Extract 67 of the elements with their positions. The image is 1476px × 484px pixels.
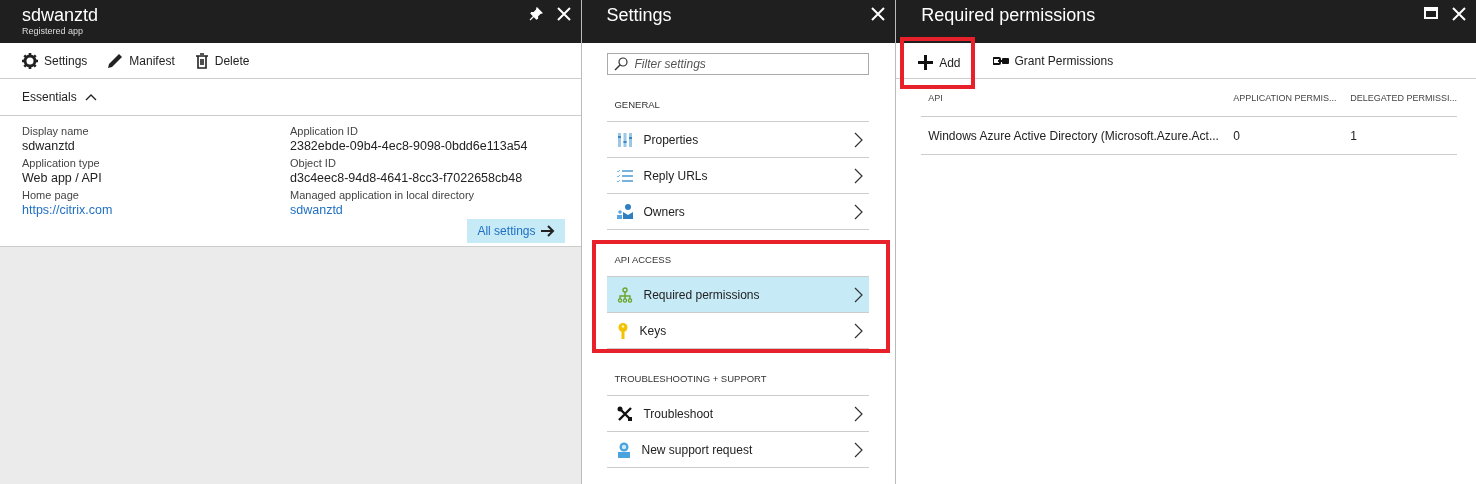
- trash-icon: [194, 52, 209, 69]
- toolbar-button[interactable]: Grant Permissions: [978, 46, 1124, 75]
- sliders-icon: [617, 131, 634, 148]
- chevron-right-icon: [854, 286, 864, 303]
- checklist-icon: [617, 168, 634, 183]
- toolbar-button[interactable]: Settings: [22, 52, 88, 69]
- close-icon[interactable]: [1452, 7, 1466, 21]
- settings-item[interactable]: Required permissions: [607, 277, 870, 313]
- section-heading: GENERAL: [607, 89, 870, 122]
- pin-icon[interactable]: [529, 7, 544, 21]
- support-person-icon: [617, 441, 632, 458]
- field-value: d3c4eec8-94d8-4641-8cc3-f7022658cb48: [290, 170, 524, 187]
- all-settings-button[interactable]: All settings: [467, 219, 566, 243]
- chevron-right-icon: [854, 131, 864, 148]
- people-icon: [617, 204, 634, 219]
- section-heading: TROUBLESHOOTING + SUPPORT: [607, 363, 870, 396]
- toolbar-button[interactable]: Delete: [194, 52, 250, 69]
- field-label: Application type: [22, 156, 101, 170]
- search-icon: [614, 57, 629, 71]
- gear-icon: [22, 52, 38, 69]
- field-label: Object ID: [290, 156, 337, 170]
- field-value: Web app / API: [22, 170, 103, 187]
- settings-item[interactable]: Properties: [607, 122, 870, 158]
- hierarchy-icon: [617, 286, 634, 303]
- settings-item[interactable]: Troubleshoot: [607, 396, 870, 432]
- chevron-right-icon: [854, 203, 864, 220]
- table-cell-text: 0: [1232, 128, 1241, 143]
- blade-title: Settings: [606, 4, 672, 26]
- settings-item[interactable]: Owners: [607, 194, 870, 230]
- column-header: APPLICATION PERMIS...: [1232, 92, 1338, 103]
- plus-icon: [918, 55, 934, 70]
- column-header: DELEGATED PERMISSI...: [1349, 92, 1457, 103]
- filter-field[interactable]: Filter settings: [607, 53, 870, 75]
- table-cell-text: 1: [1349, 128, 1358, 143]
- close-icon[interactable]: [557, 7, 572, 21]
- toolbar-button[interactable]: Manifest: [107, 52, 175, 69]
- settings-item[interactable]: Keys: [607, 313, 870, 349]
- chevron-icon: [84, 93, 97, 101]
- settings-item[interactable]: New support request: [607, 432, 870, 468]
- field-label: Managed application in local directory: [290, 188, 476, 202]
- chevron-right-icon: [854, 322, 864, 339]
- field-label: Display name: [22, 124, 90, 138]
- toolbar-button[interactable]: Add: [904, 40, 971, 85]
- chevron-right-icon: [854, 441, 864, 458]
- field-label: Application ID: [290, 124, 359, 138]
- arrow-right-icon: [541, 225, 556, 237]
- blade-title: sdwanztd: [22, 4, 99, 26]
- maximize-icon[interactable]: [1424, 7, 1438, 19]
- field-link[interactable]: sdwanztd: [290, 203, 343, 217]
- table-cell-text: Windows Azure Active Directory (Microsoft.Azure.Act...: [927, 128, 1220, 143]
- chevron-right-icon: [854, 405, 864, 422]
- column-header: API: [927, 92, 944, 103]
- blade-title: Required permissions: [921, 4, 1096, 26]
- tools-icon: [617, 405, 634, 422]
- essentials-toggle[interactable]: Essentials: [0, 79, 582, 116]
- key-icon: [617, 322, 630, 339]
- pencil-icon: [107, 52, 124, 69]
- field-value: sdwanztd: [22, 138, 76, 155]
- blade-subtitle: Registered app: [22, 26, 85, 36]
- field-value: 2382ebde-09b4-4ec8-9098-0bdd6e113a54: [290, 138, 529, 155]
- link-icon: [992, 55, 1009, 66]
- field-label: Home page: [22, 188, 80, 202]
- settings-item[interactable]: Reply URLs: [607, 158, 870, 194]
- filter-input[interactable]: Filter settings: [634, 57, 835, 71]
- chevron-right-icon: [854, 167, 864, 184]
- field-link[interactable]: https://citrix.com: [22, 203, 113, 217]
- close-icon[interactable]: [871, 7, 886, 21]
